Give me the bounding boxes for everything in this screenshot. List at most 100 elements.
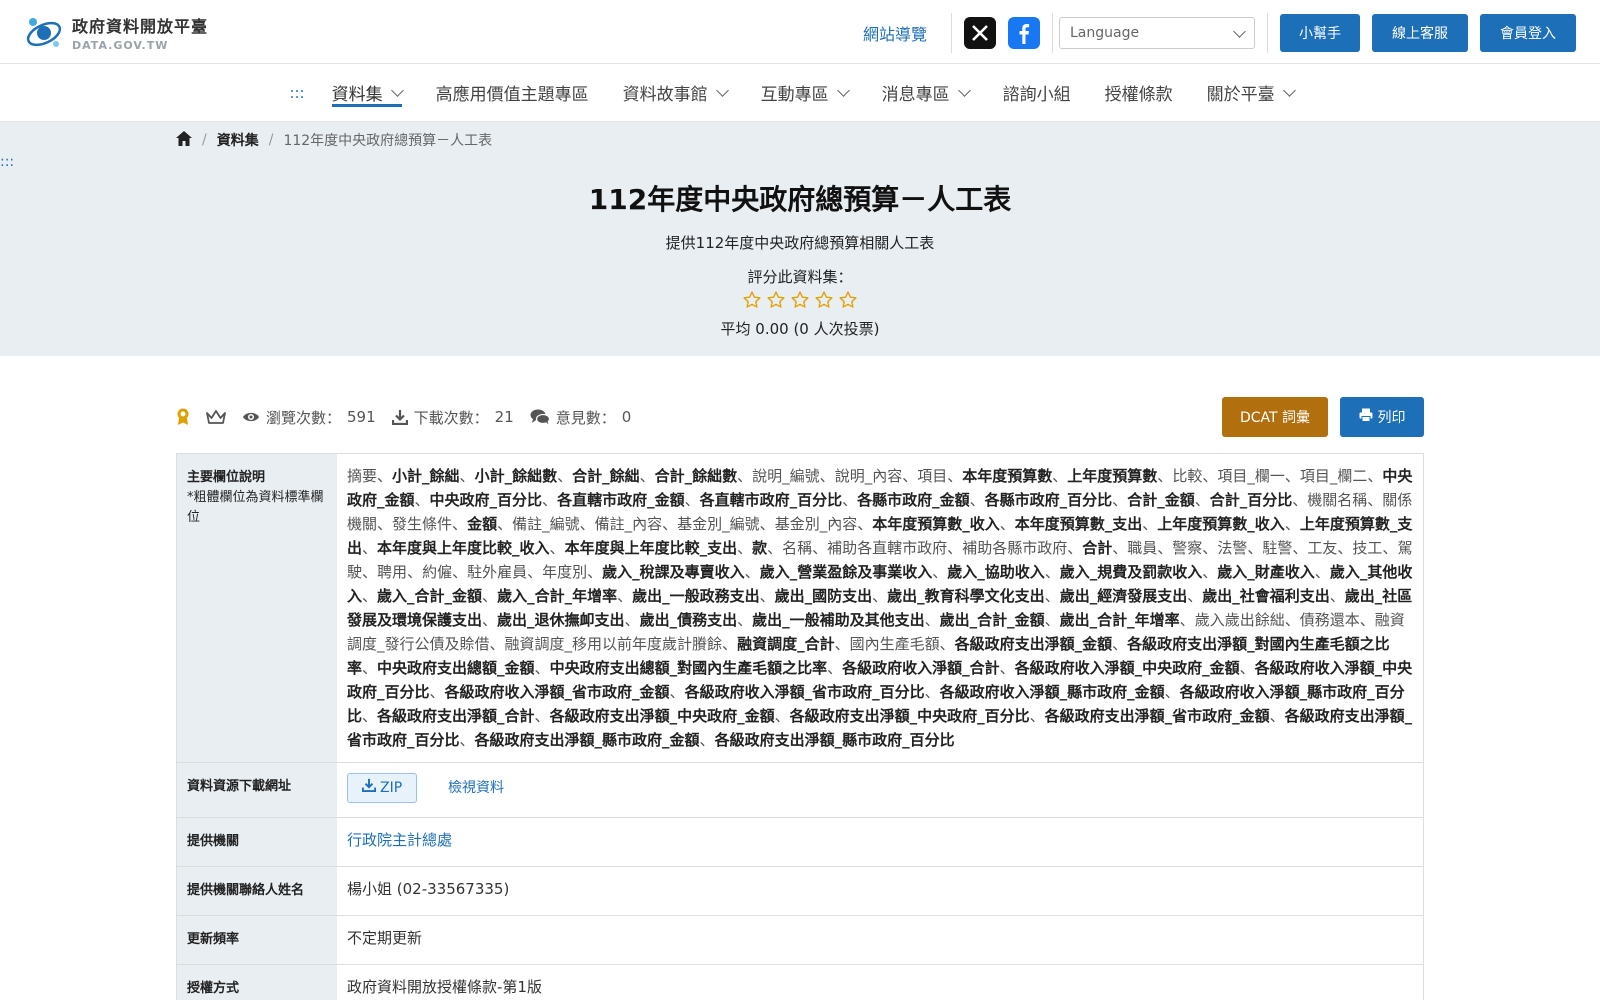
- field-name: 發生條件: [392, 515, 453, 533]
- field-name: 本年度與上年度比較_收入: [377, 539, 550, 557]
- nav-label: 授權條款: [1104, 85, 1173, 105]
- comments-stat: 意見數： 0: [530, 407, 631, 428]
- sitemap-link[interactable]: 網站導覽: [863, 21, 927, 45]
- logo-subtitle: DATA.GOV.TW: [72, 38, 169, 52]
- field-name: 合計_餘絀: [572, 467, 640, 485]
- field-name: 說明_內容: [834, 467, 903, 485]
- provider-link[interactable]: 行政院主計總處: [347, 831, 452, 849]
- field-name: 機關名稱: [1307, 491, 1368, 509]
- page-title: 112年度中央政府總預算－人工表: [588, 183, 1012, 216]
- field-name: 歲出_合計_金額: [939, 611, 1045, 629]
- field-name: 中央政府_百分比: [429, 491, 543, 509]
- nav-item-news[interactable]: 消息專區: [882, 64, 971, 122]
- crown-icon: [206, 409, 226, 425]
- table-row: 提供機關聯絡人姓名 楊小姐 (02-33567335): [177, 867, 1423, 916]
- divider: [951, 13, 952, 53]
- field-name: 各縣市政府_百分比: [984, 491, 1113, 509]
- field-name: 上年度預算數_收入: [1157, 515, 1285, 533]
- main-nav: ::: 資料集 高應用價值主題專區 資料故事館 互動專區 消息專區 諮詢小組 授…: [0, 64, 1600, 122]
- divider: [1052, 13, 1053, 53]
- divider: [1267, 13, 1268, 53]
- field-name: 各級政府支出淨額_中央政府_金額: [549, 707, 775, 725]
- chevron-down-icon: [715, 84, 729, 97]
- star-icon[interactable]: [814, 290, 834, 314]
- field-name: 歲入_合計_金額: [377, 587, 483, 605]
- field-name: 歲入_營業盈餘及事業收入: [759, 563, 933, 581]
- field-name: 歲出_退休撫卹支出: [497, 611, 625, 629]
- downloads-count: 21: [494, 408, 514, 426]
- field-name: 本年度預算數_支出: [1014, 515, 1143, 533]
- view-data-link[interactable]: 檢視資料: [448, 780, 504, 796]
- breadcrumb-datasets[interactable]: 資料集: [217, 130, 259, 150]
- breadcrumb-current: 112年度中央政府總預算－人工表: [283, 133, 493, 149]
- facebook-icon[interactable]: [1008, 17, 1040, 49]
- logo-title: 政府資料開放平臺: [72, 16, 209, 36]
- field-name: 基金別_內容: [774, 515, 858, 533]
- nav-label: 資料集: [331, 85, 383, 105]
- field-name: 備註_編號: [512, 515, 580, 533]
- print-label: 列印: [1377, 410, 1406, 426]
- nav-item-datasets[interactable]: 資料集: [331, 64, 404, 122]
- content-accesskey[interactable]: :::: [0, 154, 14, 170]
- license-header: 授權方式: [177, 965, 337, 1000]
- badge-icon: [176, 408, 190, 426]
- field-name: 各級政府支出淨額_縣市政府_金額: [474, 731, 700, 749]
- star-icon[interactable]: [766, 290, 786, 314]
- zip-download-button[interactable]: ZIP: [347, 773, 418, 803]
- rating-stars: [0, 290, 1600, 314]
- downloads-stat: 下載次數： 21: [391, 407, 514, 428]
- site-logo[interactable]: 政府資料開放平臺 DATA.GOV.TW: [24, 12, 208, 52]
- nav-item-interactive[interactable]: 互動專區: [760, 64, 850, 122]
- online-service-button[interactable]: 線上客服: [1372, 14, 1468, 52]
- nav-item-stories[interactable]: 資料故事館: [623, 64, 729, 122]
- field-name: 小計_餘絀: [392, 467, 460, 485]
- field-name: 年度別: [542, 563, 588, 581]
- field-name: 比較: [1172, 467, 1203, 485]
- field-name: 各級政府收入淨額_合計: [842, 659, 1000, 677]
- field-name: 歲出_社會福利支出: [1202, 587, 1330, 605]
- member-login-button[interactable]: 會員登入: [1480, 14, 1576, 52]
- x-logo-icon[interactable]: [964, 17, 996, 49]
- nav-item-advisory[interactable]: 諮詢小組: [1003, 64, 1071, 122]
- nav-label: 互動專區: [760, 85, 829, 105]
- field-name: 說明_編號: [752, 467, 820, 485]
- star-icon[interactable]: [838, 290, 858, 314]
- field-name: 債務還本: [1299, 611, 1360, 629]
- star-icon[interactable]: [742, 290, 762, 314]
- language-select-value: Language: [1070, 25, 1140, 41]
- zip-label: ZIP: [380, 780, 403, 796]
- language-select[interactable]: Language: [1059, 17, 1255, 49]
- download-icon: [391, 409, 408, 425]
- field-name: 融資調度_移用以前年度歲計賸餘: [504, 635, 723, 653]
- download-icon: [361, 776, 377, 800]
- field-name: 國內生產毛額: [849, 635, 940, 653]
- field-name: 工友: [1307, 539, 1338, 557]
- nav-item-high-value[interactable]: 高應用價值主題專區: [436, 64, 589, 122]
- logo-icon: [24, 12, 64, 52]
- field-name: 歲出_債務支出: [639, 611, 738, 629]
- contact-value: 楊小姐 (02-33567335): [347, 880, 510, 898]
- field-name: 歲入_合計_年增率: [497, 587, 618, 605]
- comments-icon: [530, 409, 550, 425]
- field-name: 項目_欄一: [1217, 467, 1285, 485]
- home-icon[interactable]: [176, 130, 192, 150]
- nav-accesskey[interactable]: :::: [289, 84, 304, 102]
- helper-button[interactable]: 小幫手: [1280, 14, 1360, 52]
- contact-header: 提供機關聯絡人姓名: [177, 867, 337, 915]
- nav-label: 高應用價值主題專區: [435, 85, 589, 105]
- dcat-button[interactable]: DCAT 詞彙: [1222, 397, 1328, 437]
- frequency-value: 不定期更新: [347, 929, 423, 947]
- nav-label: 關於平臺: [1206, 85, 1275, 105]
- nav-item-about[interactable]: 關於平臺: [1206, 64, 1296, 122]
- breadcrumb-separator: /: [268, 132, 274, 148]
- field-name: 各縣市政府_金額: [857, 491, 970, 509]
- nav-item-license[interactable]: 授權條款: [1105, 64, 1173, 122]
- field-name: 摘要: [347, 467, 378, 485]
- print-button[interactable]: 列印: [1340, 397, 1424, 437]
- eye-icon: [242, 410, 260, 424]
- field-name: 各級政府收入淨額_縣市政府_金額: [939, 683, 1165, 701]
- field-name: 技工: [1352, 539, 1383, 557]
- field-name: 中央政府支出總額_金額: [377, 659, 535, 677]
- star-icon[interactable]: [790, 290, 810, 314]
- field-name: 警察: [1172, 539, 1203, 557]
